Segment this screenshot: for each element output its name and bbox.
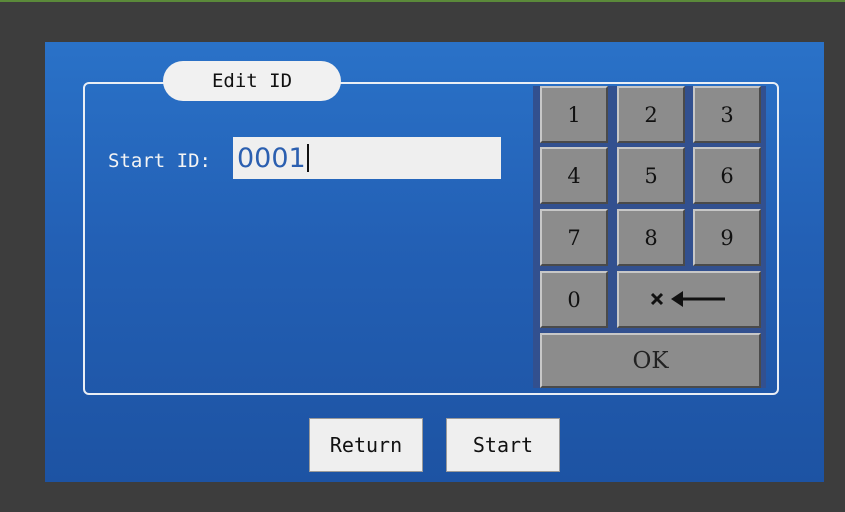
key-4[interactable]: 4 [540, 147, 608, 204]
text-caret [306, 144, 309, 172]
key-8[interactable]: 8 [617, 209, 685, 266]
start-id-input[interactable]: 0001 [233, 137, 501, 179]
start-id-label: Start ID: [108, 150, 211, 172]
key-2[interactable]: 2 [617, 86, 685, 143]
key-7[interactable]: 7 [540, 209, 608, 266]
ok-button[interactable]: OK [540, 333, 761, 388]
key-1[interactable]: 1 [540, 86, 608, 143]
device-bezel: Edit ID Start ID: 0001 1 2 3 4 5 6 7 8 9… [0, 0, 845, 512]
key-5[interactable]: 5 [617, 147, 685, 204]
backspace-button[interactable] [617, 271, 761, 328]
hmi-screen: Edit ID Start ID: 0001 1 2 3 4 5 6 7 8 9… [45, 42, 824, 482]
start-button[interactable]: Start [446, 418, 560, 472]
key-9[interactable]: 9 [693, 209, 761, 266]
numeric-keypad: 1 2 3 4 5 6 7 8 9 0 OK [533, 86, 766, 388]
key-3[interactable]: 3 [693, 86, 761, 143]
start-id-value: 0001 [237, 142, 306, 174]
panel-title: Edit ID [163, 61, 341, 101]
key-0[interactable]: 0 [540, 271, 608, 328]
key-6[interactable]: 6 [693, 147, 761, 204]
return-button[interactable]: Return [309, 418, 423, 472]
backspace-arrow-icon [650, 290, 725, 307]
